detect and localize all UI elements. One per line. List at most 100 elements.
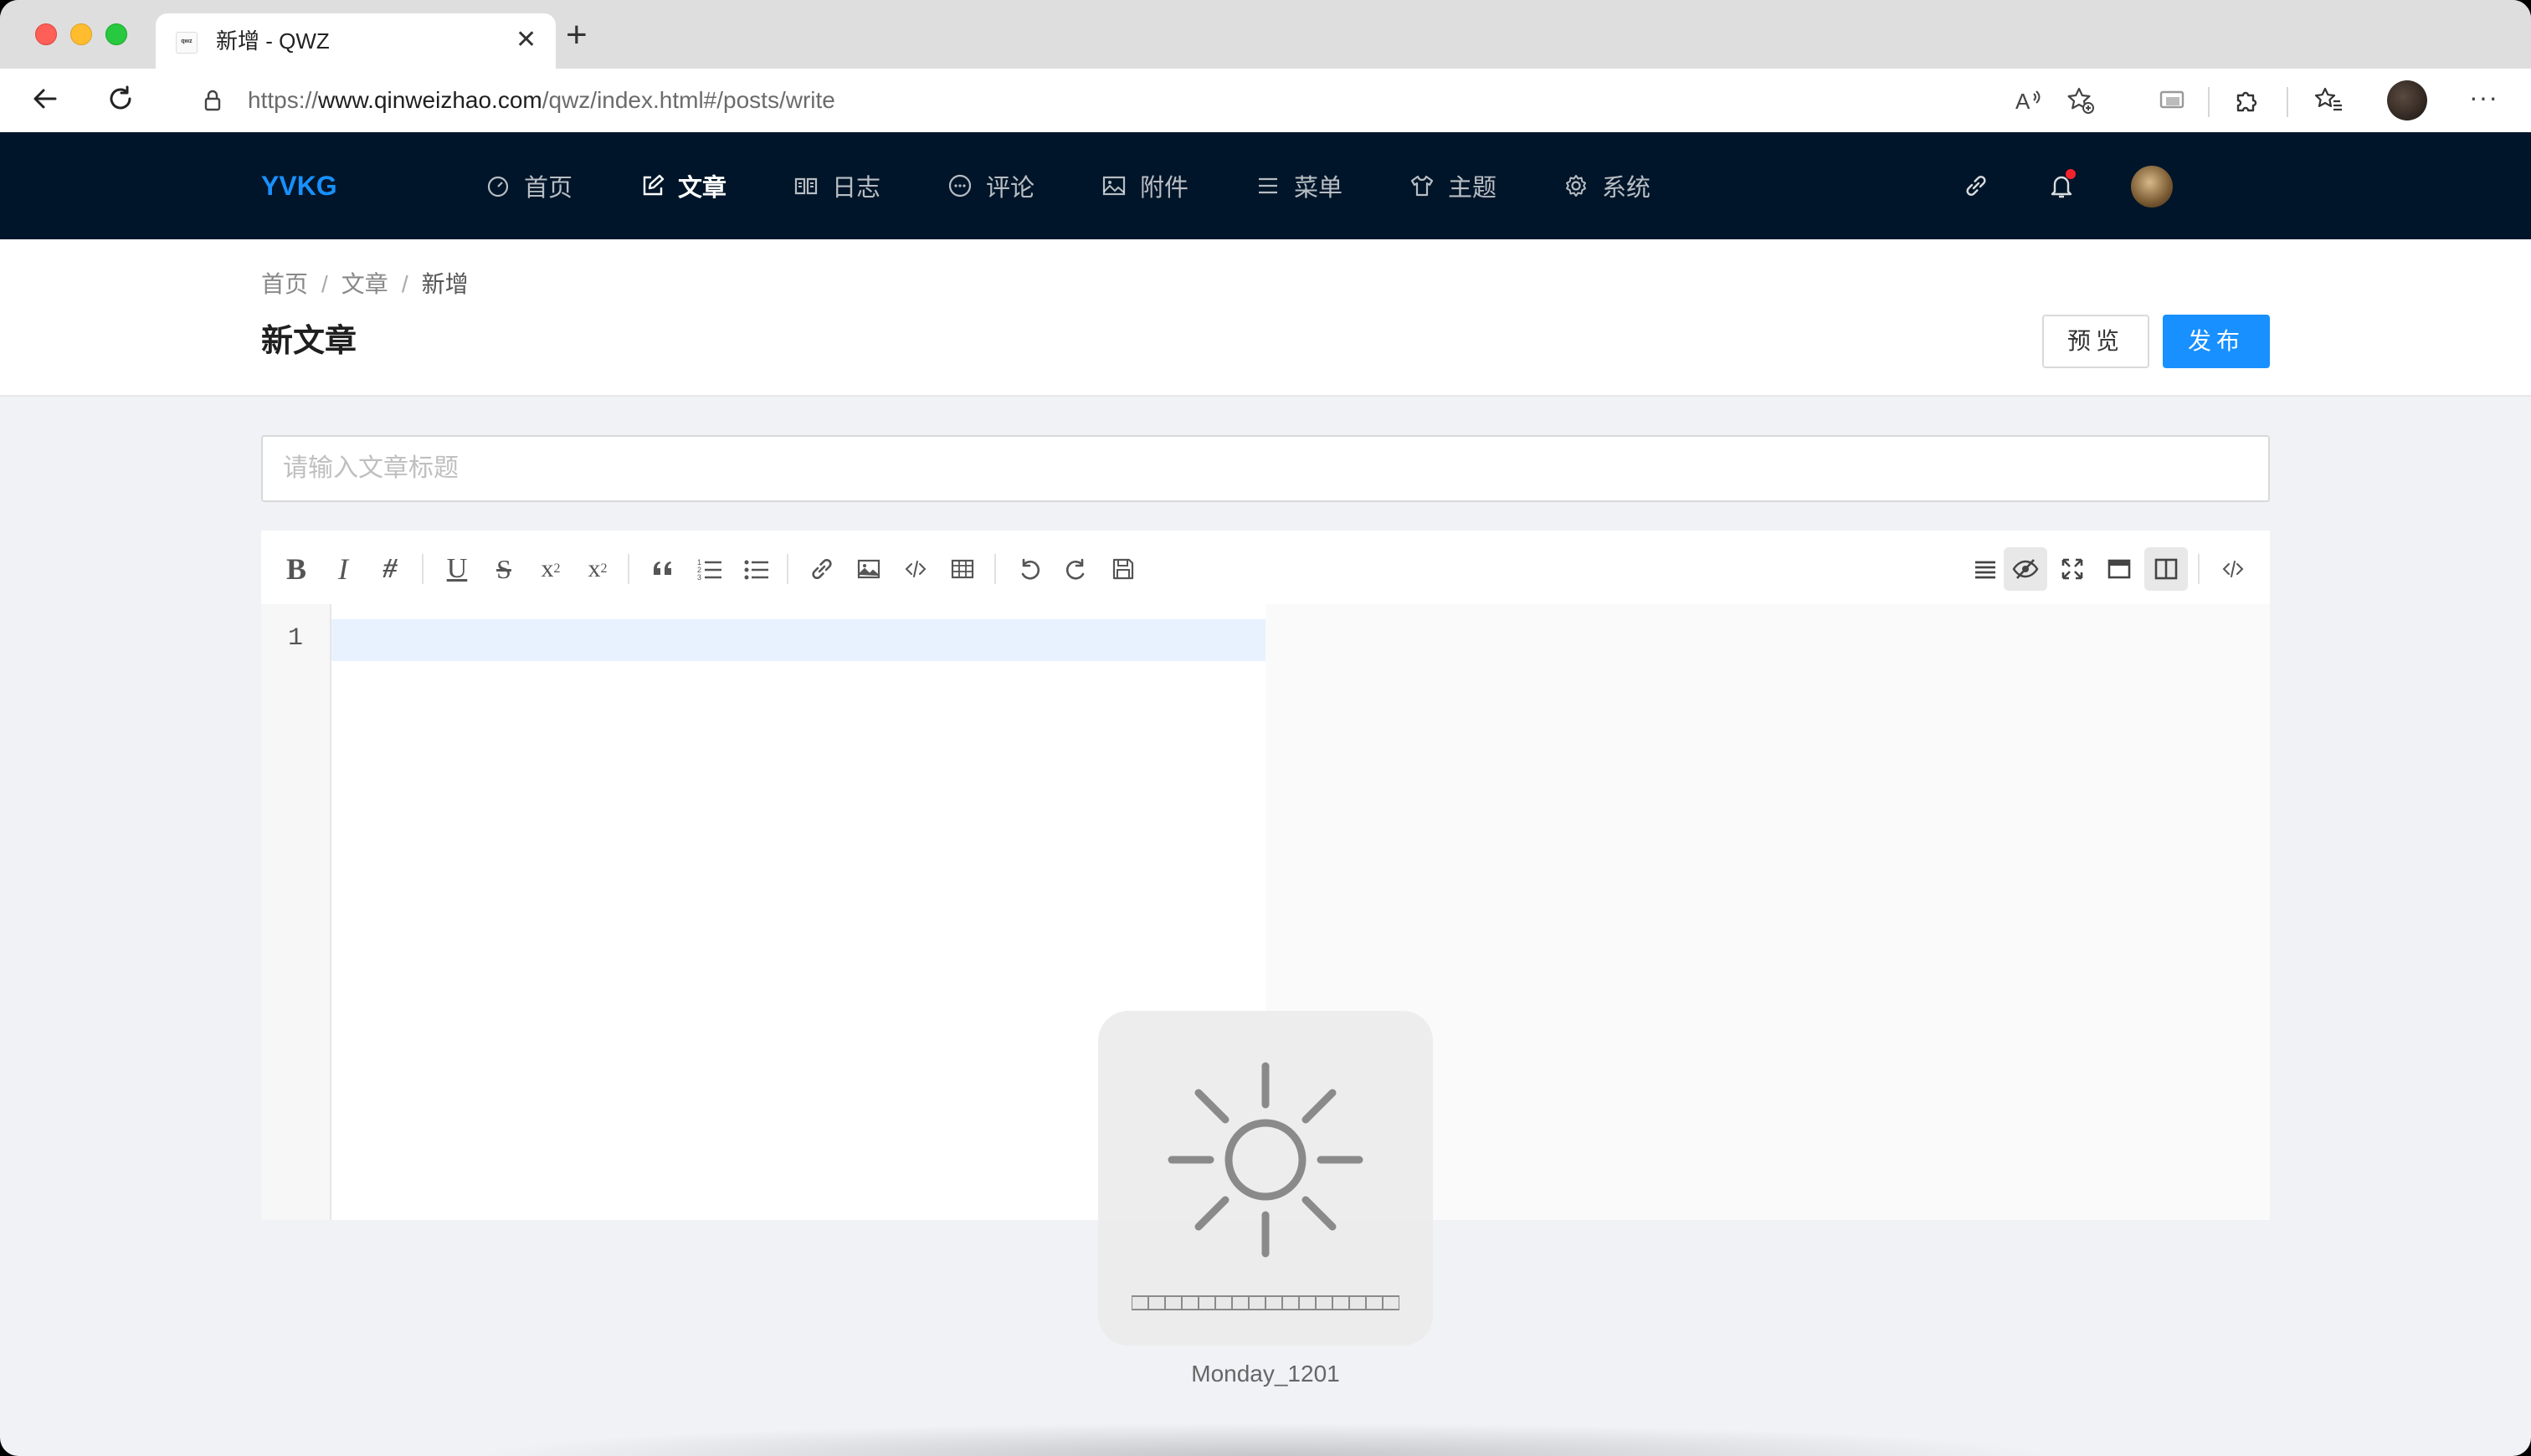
brightness-segment xyxy=(1249,1295,1266,1310)
page-fullscreen-icon[interactable] xyxy=(2097,547,2141,591)
brightness-segment xyxy=(1332,1295,1349,1310)
book-icon xyxy=(794,177,818,195)
add-favorite-icon[interactable] xyxy=(2066,85,2096,123)
app-header: YVKG 首页 文章 日志 评论 附件 菜单 主题 系统 xyxy=(0,132,2531,239)
nav-item-menus[interactable]: 菜单 xyxy=(1255,166,1343,206)
preview-button[interactable]: 预览 xyxy=(2042,315,2149,368)
nav-item-attachments[interactable]: 附件 xyxy=(1101,166,1188,206)
redo-icon[interactable] xyxy=(1055,547,1098,591)
extensions-icon[interactable] xyxy=(2231,85,2261,123)
breadcrumb-item-posts[interactable]: 文章 xyxy=(341,271,388,297)
url-text[interactable]: https://www.qinweizhao.com/qwz/index.htm… xyxy=(248,85,835,115)
collections-icon[interactable] xyxy=(2158,85,2188,123)
nav-item-journals[interactable]: 日志 xyxy=(793,166,880,206)
setting-icon xyxy=(1566,175,1586,197)
toolbar-separator xyxy=(422,554,424,584)
html-code-icon[interactable] xyxy=(2211,547,2255,591)
strikethrough-icon[interactable]: S xyxy=(482,547,526,591)
superscript-icon[interactable]: x2 xyxy=(529,547,572,591)
notification-badge xyxy=(2066,169,2076,179)
preview-toggle-icon[interactable] xyxy=(2004,547,2047,591)
code-icon[interactable] xyxy=(894,547,937,591)
undo-icon[interactable] xyxy=(1008,547,1051,591)
bold-icon[interactable]: B xyxy=(275,547,318,591)
split-view-icon[interactable] xyxy=(2144,547,2188,591)
quote-icon[interactable] xyxy=(641,547,685,591)
brightness-segment xyxy=(1266,1295,1282,1310)
heading-icon[interactable]: # xyxy=(368,547,412,591)
more-options-icon[interactable]: ··· xyxy=(2469,82,2498,112)
fullscreen-icon[interactable] xyxy=(2051,547,2094,591)
browser-tab[interactable]: qwz 新增 - QWZ ✕ xyxy=(156,13,556,69)
nav-label: 系统 xyxy=(1602,175,1651,202)
brightness-segment xyxy=(1299,1295,1316,1310)
window-controls xyxy=(35,23,127,45)
link-icon[interactable] xyxy=(1962,169,1990,203)
nav-label: 主题 xyxy=(1448,175,1497,202)
nav-item-system[interactable]: 系统 xyxy=(1563,166,1651,206)
brightness-sun-icon xyxy=(1168,1062,1363,1258)
brightness-segment xyxy=(1199,1295,1215,1310)
toolbar-separator xyxy=(994,554,996,584)
save-icon[interactable] xyxy=(1101,547,1145,591)
underline-icon[interactable]: U xyxy=(435,547,479,591)
nav-item-comments[interactable]: 评论 xyxy=(947,166,1034,206)
link-icon[interactable] xyxy=(800,547,844,591)
brightness-segment xyxy=(1148,1295,1165,1310)
edit-icon xyxy=(643,174,665,196)
minimize-window-button[interactable] xyxy=(70,23,92,45)
brightness-segment xyxy=(1215,1295,1232,1310)
line-number: 1 xyxy=(287,624,303,653)
profile-avatar[interactable] xyxy=(2387,80,2427,120)
nav-item-home[interactable]: 首页 xyxy=(485,166,572,206)
brightness-segment xyxy=(1132,1295,1148,1310)
comment-icon xyxy=(948,174,972,197)
favorites-icon[interactable] xyxy=(2313,85,2344,123)
italic-icon[interactable]: I xyxy=(321,547,365,591)
post-title-input[interactable] xyxy=(261,435,2270,502)
breadcrumb-item-home[interactable]: 首页 xyxy=(261,271,308,297)
user-avatar[interactable] xyxy=(2131,166,2173,208)
brightness-segment xyxy=(1383,1295,1399,1310)
toolbar-divider xyxy=(2287,87,2288,117)
breadcrumb: 首页 / 文章 / 新增 xyxy=(261,268,469,301)
image-icon[interactable] xyxy=(847,547,891,591)
subscript-icon[interactable]: x2 xyxy=(576,547,619,591)
back-icon[interactable] xyxy=(28,82,62,123)
toolbar-separator xyxy=(2198,554,2200,584)
table-icon[interactable] xyxy=(941,547,984,591)
lock-icon[interactable] xyxy=(199,87,226,114)
nav-label: 日志 xyxy=(832,175,881,202)
nav-item-themes[interactable]: 主题 xyxy=(1409,166,1497,206)
unordered-list-icon[interactable] xyxy=(735,547,778,591)
breadcrumb-item-current: 新增 xyxy=(421,271,469,297)
nav-label: 评论 xyxy=(986,175,1035,202)
navigation-icon[interactable] xyxy=(1964,547,2007,591)
nav-label: 附件 xyxy=(1140,175,1189,202)
notification-bell-icon[interactable] xyxy=(2047,169,2076,203)
close-window-button[interactable] xyxy=(35,23,57,45)
nav-item-posts[interactable]: 文章 xyxy=(639,166,726,206)
new-tab-button[interactable]: + xyxy=(566,17,588,54)
read-aloud-icon[interactable]: A xyxy=(2014,85,2044,123)
editor-toolbar: B I # U S x2 x2 123 xyxy=(261,531,2270,605)
toolbar-separator xyxy=(787,554,788,584)
favicon-icon: qwz xyxy=(176,32,198,54)
ordered-list-icon[interactable]: 123 xyxy=(688,547,732,591)
dock-shadow xyxy=(469,1423,2059,1456)
nav-label: 菜单 xyxy=(1294,175,1343,202)
zoom-window-button[interactable] xyxy=(105,23,127,45)
svg-text:3: 3 xyxy=(697,573,701,582)
tab-strip: qwz 新增 - QWZ ✕ + xyxy=(0,0,2531,69)
close-tab-icon[interactable]: ✕ xyxy=(516,25,536,55)
toolbar-separator xyxy=(628,554,629,584)
address-bar[interactable]: https://www.qinweizhao.com/qwz/index.htm… xyxy=(171,74,2129,127)
brightness-segment xyxy=(1182,1295,1199,1310)
brand-logo[interactable]: YVKG xyxy=(261,169,337,203)
reload-icon[interactable] xyxy=(104,82,137,123)
page-header: 首页 / 文章 / 新增 新文章 预览 发布 xyxy=(0,239,2531,397)
menu-icon xyxy=(1259,177,1277,194)
line-number-gutter: 1 xyxy=(261,604,331,1220)
brightness-segment xyxy=(1349,1295,1366,1310)
publish-button[interactable]: 发布 xyxy=(2163,315,2270,368)
